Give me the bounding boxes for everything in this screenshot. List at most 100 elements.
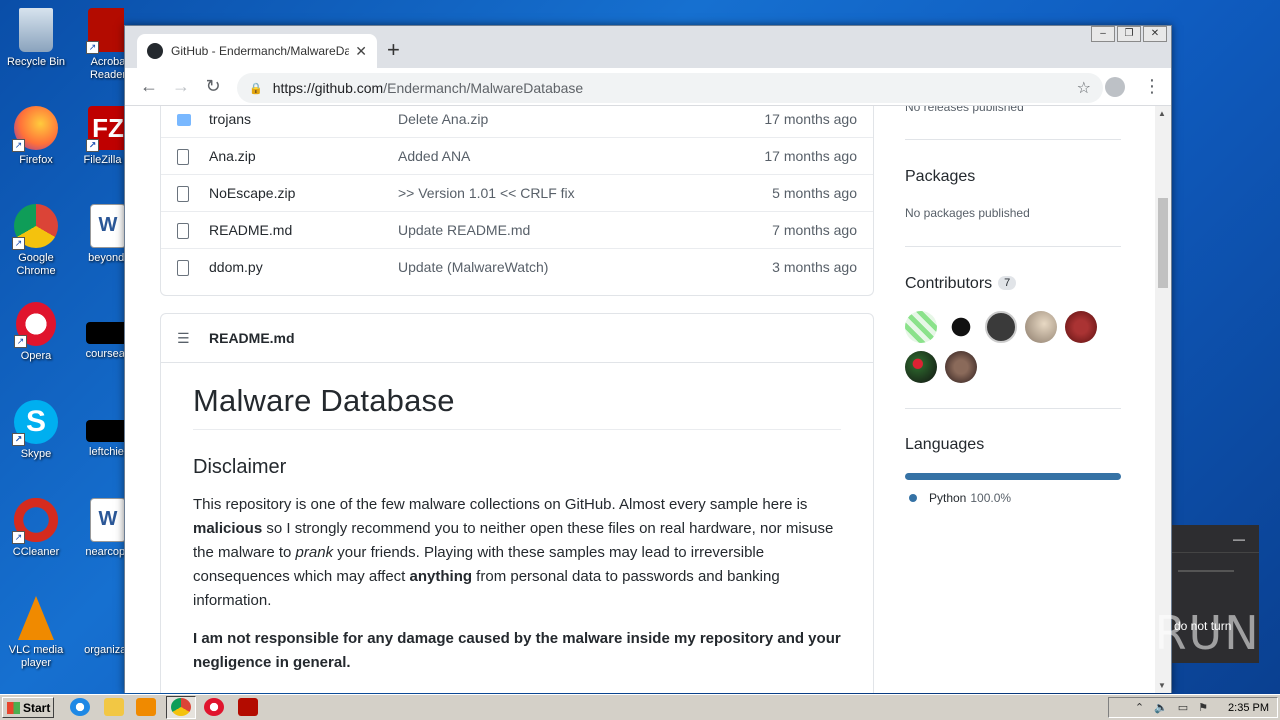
desktop-icon-courseas[interactable]: courseas [72,302,124,361]
acrobat-taskbar-icon[interactable] [238,698,258,716]
action-center-flag-icon[interactable]: ⚑ [1198,701,1208,714]
contributors-heading[interactable]: Contributors 7 [905,275,1017,293]
scroll-down-icon[interactable]: ▼ [1158,681,1166,690]
contributor-avatar[interactable] [1025,311,1057,343]
file-name[interactable]: NoEscape.zip [209,185,295,201]
shortcut-arrow-icon: ↗ [12,237,25,250]
desktop-icon-filezilla[interactable]: FZ↗ FileZilla C [72,106,124,167]
back-icon[interactable]: ← [133,76,165,97]
contributor-avatar[interactable] [945,311,977,343]
acrobat-reader-icon: ↗ [86,8,124,54]
commit-age: 17 months ago [764,148,857,164]
desktop-icon-label: nearcopy [85,546,124,558]
file-name[interactable]: trojans [209,111,251,127]
anyrun-watermark: ANY RUN [1038,606,1261,660]
packages-heading[interactable]: Packages [905,168,975,186]
desktop-icon-opera[interactable]: ↗ Opera [0,302,72,363]
commit-message[interactable]: Added ANA [398,148,470,164]
volume-icon[interactable]: 🔈 [1154,701,1168,714]
page-scrollbar[interactable]: ▲ ▼ [1155,106,1171,693]
chrome-icon: ↗ [12,204,58,250]
desktop-icon-label: courseas [85,348,124,360]
internet-explorer-icon[interactable] [70,698,90,716]
taskbar: Start ⌃ 🔈 ▭ ⚑ 2:35 PM [0,694,1280,720]
media-player-icon[interactable] [136,698,156,716]
profile-avatar-icon[interactable] [1105,76,1125,97]
file-icon [177,149,189,165]
shortcut-arrow-icon: ↗ [14,335,27,348]
shortcut-arrow-icon: ↗ [12,433,25,446]
language-item[interactable]: Python 100.0% [909,491,1011,505]
contributor-avatar[interactable] [945,351,977,383]
address-bar[interactable]: 🔒 https://github.com /Endermanch/Malware… [237,73,1103,103]
desktop-icon-label: CCleaner [12,546,60,558]
bookmark-star-icon[interactable]: ☆ [1077,78,1091,98]
commit-age: 5 months ago [772,185,857,201]
desktop-icon-vlc[interactable]: VLC media player [0,596,72,670]
close-window-button[interactable]: ✕ [1143,26,1167,42]
desktop-icon-firefox[interactable]: ↗ Firefox [0,106,72,167]
commit-message[interactable]: >> Version 1.01 << CRLF fix [398,185,575,201]
file-row[interactable]: ddom.py Update (MalwareWatch) 3 months a… [161,248,873,285]
start-button[interactable]: Start [2,697,54,718]
chrome-taskbar-icon[interactable] [171,698,191,716]
contributor-avatar[interactable] [905,351,937,383]
scroll-up-icon[interactable]: ▲ [1158,109,1166,118]
file-name[interactable]: ddom.py [209,259,263,275]
desktop-icon-recycle-bin[interactable]: Recycle Bin [0,8,72,69]
new-tab-button[interactable]: + [387,38,400,62]
desktop-icon-skype[interactable]: S ↗ Skype [0,400,72,461]
file-row[interactable]: trojans Delete Ana.zip 17 months ago [161,106,873,137]
contributor-avatar[interactable] [985,311,1017,343]
browser-toolbar: ← → ↻ 🔒 https://github.com /Endermanch/M… [125,68,1171,106]
desktop-icon-leftchief[interactable]: leftchief [72,400,124,459]
forward-icon[interactable]: → [165,76,197,97]
desktop-icon-label: Firefox [19,154,53,166]
scroll-thumb[interactable] [1158,198,1168,288]
list-icon[interactable]: ☰ [177,330,193,347]
restore-button[interactable]: ❐ [1117,26,1141,42]
minimize-button[interactable]: – [1091,26,1115,42]
desktop-icon-ccleaner[interactable]: ↗ CCleaner [0,498,72,559]
commit-message[interactable]: Update (MalwareWatch) [398,259,548,275]
contributor-avatar[interactable] [1065,311,1097,343]
text-run: This repository is one of the few malwar… [193,496,808,513]
network-icon[interactable]: ▭ [1178,701,1188,714]
desktop-icon-label: Skype [20,448,52,460]
browser-tab[interactable]: GitHub - Endermanch/MalwareDatab ✕ [137,34,377,68]
desktop-icon-nearcopy[interactable]: W nearcopy [72,498,124,559]
desktop-icon-label: VLC media player [8,644,64,669]
tray-expand-icon[interactable]: ⌃ [1135,701,1144,714]
tab-close-icon[interactable]: ✕ [355,43,367,60]
menu-kebab-icon[interactable]: ⋮ [1143,76,1161,97]
reload-icon[interactable]: ↻ [197,76,229,97]
desktop-icon-chrome[interactable]: ↗ Google Chrome [0,204,72,278]
contributor-avatar[interactable] [905,311,937,343]
file-name[interactable]: README.md [209,222,292,238]
text-run-bold: malicious [193,520,263,537]
file-explorer-icon[interactable] [104,698,124,716]
divider [905,408,1121,409]
disclaimer-heading: Disclaimer [193,456,287,478]
file-name[interactable]: Ana.zip [209,148,256,164]
commit-message[interactable]: Update README.md [398,222,530,238]
file-row[interactable]: NoEscape.zip >> Version 1.01 << CRLF fix… [161,174,873,211]
readme-title[interactable]: README.md [209,330,295,346]
file-row[interactable]: Ana.zip Added ANA 17 months ago [161,137,873,174]
text-run-italic: prank [295,544,334,561]
ccleaner-icon: ↗ [12,498,58,544]
desktop-icon-organizati[interactable]: organizati [72,596,124,657]
desktop-icon-beyondr[interactable]: W beyondr [72,204,124,265]
responsibility-paragraph: I am not responsible for any damage caus… [193,630,841,671]
black-file-icon [86,322,124,344]
clock[interactable]: 2:35 PM [1228,702,1269,714]
opera-taskbar-icon[interactable] [204,698,224,716]
popup-minimize-button[interactable]: — [1172,525,1259,553]
readme-panel: ☰ README.md Malware Database Disclaimer … [160,313,874,693]
desktop-icon-label: organizati [84,644,124,656]
commit-message[interactable]: Delete Ana.zip [398,111,488,127]
recycle-bin-icon [19,8,53,52]
desktop-icon-acrobat[interactable]: ↗ Acroba Reader [72,8,124,82]
readme-heading: Malware Database [193,383,841,430]
file-row[interactable]: README.md Update README.md 7 months ago [161,211,873,248]
